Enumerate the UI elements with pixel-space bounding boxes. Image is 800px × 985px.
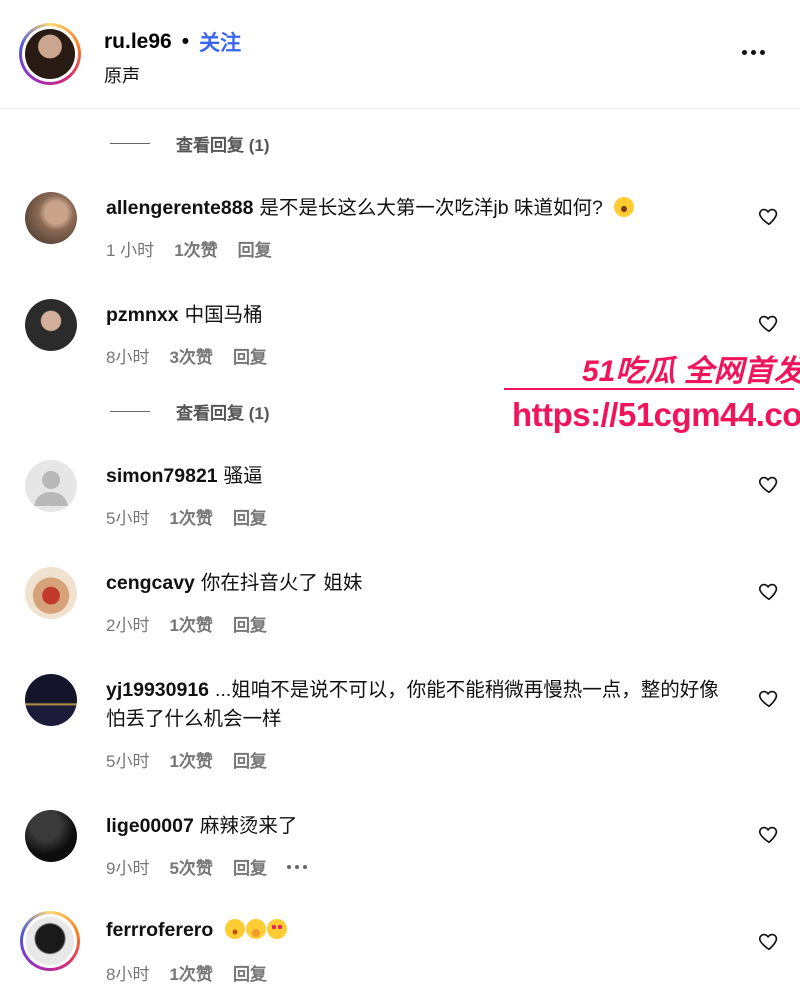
comment-avatar[interactable] xyxy=(25,192,77,244)
comment-username[interactable]: simon79821 xyxy=(106,465,218,487)
header-title-row: ru.le96 • 关注 xyxy=(104,27,241,57)
comment-more-icon[interactable] xyxy=(286,864,307,869)
view-replies-label: 查看回复 (1) xyxy=(176,135,270,155)
comment-likes[interactable]: 1次赞 xyxy=(169,747,212,772)
like-heart-icon[interactable] xyxy=(758,473,780,495)
smiling-face-icon xyxy=(224,919,245,939)
comment-username[interactable]: allengerente888 xyxy=(106,197,253,219)
comment-body: allengerente888 是不是长这么大第一次吃洋jb 味道如何? xyxy=(106,194,726,223)
divider-line xyxy=(110,410,150,412)
hugging-face-icon xyxy=(245,919,266,939)
comment-likes[interactable]: 1次赞 xyxy=(169,504,212,529)
comment-meta: 1 小时 1次赞 回复 xyxy=(106,236,272,261)
comment-username[interactable]: cengcavy xyxy=(106,572,195,594)
reply-button[interactable]: 回复 xyxy=(233,960,267,985)
audio-label[interactable]: 原声 xyxy=(104,62,140,88)
comment-body: simon79821 骚逼 xyxy=(106,462,726,491)
comment-meta: 5小时 1次赞 回复 xyxy=(106,504,267,529)
view-replies-button[interactable]: 查看回复 (1) xyxy=(110,399,270,423)
like-heart-icon[interactable] xyxy=(758,580,780,602)
reply-button[interactable]: 回复 xyxy=(233,504,267,529)
comment-time: 1 小时 xyxy=(106,241,155,260)
comment-username[interactable]: pzmnxx xyxy=(106,304,179,326)
comment-time: 2小时 xyxy=(106,616,150,635)
comment-time: 5小时 xyxy=(106,509,150,528)
comment-time: 9小时 xyxy=(106,859,150,878)
comment-time: 8小时 xyxy=(106,965,150,984)
comment-body: cengcavy 你在抖音火了 姐妹 xyxy=(106,569,726,598)
comment-time: 5小时 xyxy=(106,752,150,771)
comment-likes[interactable]: 1次赞 xyxy=(169,611,212,636)
watermark-url: https://51cgm44.com xyxy=(512,396,800,433)
heart-eyes-face-icon xyxy=(266,919,287,939)
comment-likes[interactable]: 1次赞 xyxy=(169,960,212,985)
like-heart-icon[interactable] xyxy=(758,930,780,952)
comment-body: pzmnxx 中国马桶 xyxy=(106,301,726,330)
comment-likes[interactable]: 3次赞 xyxy=(169,343,212,368)
comment-meta: 5小时 1次赞 回复 xyxy=(106,747,267,772)
comment-meta: 9小时 5次赞 回复 xyxy=(106,854,307,879)
view-replies-button[interactable]: 查看回复 (1) xyxy=(110,131,270,155)
comment-avatar[interactable] xyxy=(25,567,77,619)
comment-likes[interactable]: 5次赞 xyxy=(169,854,212,879)
comment-username[interactable]: lige00007 xyxy=(106,815,194,837)
comment-text: 是不是长这么大第一次吃洋jb 味道如何? xyxy=(259,197,603,219)
like-heart-icon[interactable] xyxy=(758,687,780,709)
view-replies-label: 查看回复 (1) xyxy=(176,403,270,423)
reply-button[interactable]: 回复 xyxy=(238,236,272,261)
comment-avatar[interactable] xyxy=(25,810,77,862)
comment-text: 你在抖音火了 姐妹 xyxy=(200,572,363,594)
post-header: ru.le96 • 关注 原声 xyxy=(0,0,800,109)
comment-meta: 8小时 3次赞 回复 xyxy=(106,343,267,368)
like-heart-icon[interactable] xyxy=(758,823,780,845)
divider-line xyxy=(110,142,150,144)
comment-meta: 2小时 1次赞 回复 xyxy=(106,611,267,636)
default-avatar-icon[interactable] xyxy=(25,460,77,512)
like-heart-icon[interactable] xyxy=(758,205,780,227)
comment-body: lige00007 麻辣烫来了 xyxy=(106,812,726,841)
watermark-title: 51吃瓜 全网首发 xyxy=(582,355,800,388)
comment-avatar[interactable] xyxy=(25,674,77,726)
comment-meta: 8小时 1次赞 回复 xyxy=(106,960,267,985)
reply-button[interactable]: 回复 xyxy=(233,747,267,772)
follow-button[interactable]: 关注 xyxy=(199,27,241,57)
comment-text: 中国马桶 xyxy=(184,304,263,326)
face-with-tears-of-joy-icon xyxy=(614,197,635,217)
reply-button[interactable]: 回复 xyxy=(233,343,267,368)
profile-avatar[interactable] xyxy=(19,23,81,85)
comment-username[interactable]: ferrroferero xyxy=(106,919,213,941)
reply-button[interactable]: 回复 xyxy=(233,611,267,636)
comment-text: 骚逼 xyxy=(223,465,263,487)
comment-username[interactable]: yj19930916 xyxy=(106,679,209,701)
comment-time: 8小时 xyxy=(106,348,150,367)
watermark: 51吃瓜 全网首发 https://51cgm44.com xyxy=(500,342,800,442)
reply-button[interactable]: 回复 xyxy=(233,854,267,879)
watermark-line xyxy=(504,388,794,390)
comment-likes[interactable]: 1次赞 xyxy=(174,236,217,261)
header-separator: • xyxy=(181,30,190,53)
comment-text: 麻辣烫来了 xyxy=(199,815,298,837)
comment-avatar[interactable] xyxy=(20,911,80,971)
comment-body: yj19930916 ...姐咱不是说不可以，你能不能稍微再慢热一点，整的好像怕丢… xyxy=(106,676,726,734)
comment-body: ferrroferero xyxy=(106,916,726,945)
like-heart-icon[interactable] xyxy=(758,312,780,334)
comment-avatar[interactable] xyxy=(25,299,77,351)
header-username[interactable]: ru.le96 xyxy=(104,30,172,54)
more-options-icon[interactable] xyxy=(742,50,765,55)
